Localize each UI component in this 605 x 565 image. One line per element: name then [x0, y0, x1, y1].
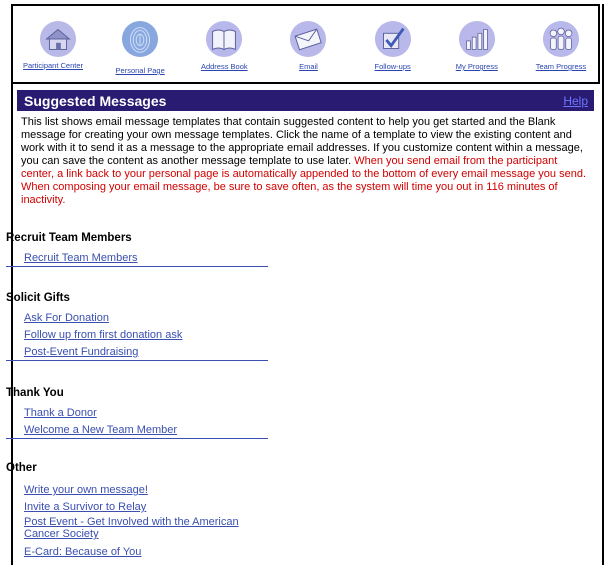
nav-team-progress[interactable]: Team Progress	[528, 6, 594, 82]
template-link[interactable]: Invite a Survivor to Relay	[24, 499, 270, 516]
envelope-icon	[290, 20, 327, 58]
nav-personal-page[interactable]: Personal Page	[107, 6, 173, 82]
nav-label: Follow-ups	[374, 62, 411, 71]
template-link[interactable]: Ask For Donation	[24, 310, 270, 327]
group-title: Solicit Gifts	[6, 292, 70, 304]
nav-label: My Progress	[455, 62, 498, 71]
fingerprint-icon	[122, 20, 159, 58]
template-link[interactable]: E-Card: Because of You	[24, 544, 270, 561]
page-title: Suggested Messages	[24, 92, 167, 109]
participant-toolbar: Participant Center Personal Page Address…	[11, 4, 600, 84]
bar-chart-icon	[458, 20, 495, 58]
checkmark-icon	[374, 20, 411, 58]
group-recruit-team-members: Recruit Team Members Recruit Team Member…	[0, 232, 270, 267]
template-link[interactable]: Post-Event Fundraising	[24, 344, 270, 361]
group-thank-you: Thank You Thank a Donor Welcome a New Te…	[0, 387, 270, 439]
template-link[interactable]: Post Event - Get Involved with the Ameri…	[24, 516, 264, 544]
nav-label: Team Progress	[535, 62, 587, 71]
house-icon	[39, 20, 77, 58]
nav-participant-center[interactable]: Participant Center	[23, 6, 89, 82]
main-content: Suggested Messages Help This list shows …	[17, 90, 594, 207]
nav-label: Email	[299, 62, 318, 71]
team-icon	[542, 20, 579, 58]
group-solicit-gifts: Solicit Gifts Ask For Donation Follow up…	[0, 292, 270, 361]
nav-address-book[interactable]: Address Book	[191, 6, 257, 82]
nav-label: Address Book	[200, 62, 248, 71]
group-title: Thank You	[6, 387, 64, 399]
help-link[interactable]: Help	[563, 94, 588, 108]
template-link[interactable]: Thank a Donor	[24, 405, 270, 422]
template-link[interactable]: Recruit Team Members	[24, 250, 270, 267]
nav-label: Personal Page	[115, 66, 165, 75]
group-divider	[6, 360, 268, 361]
group-title: Other	[6, 462, 37, 474]
intro-text: This list shows email message templates …	[21, 116, 586, 207]
template-link[interactable]: Welcome a New Team Member	[24, 422, 270, 439]
group-divider	[6, 266, 268, 267]
nav-label: Participant Center	[23, 61, 84, 70]
section-header: Suggested Messages Help	[17, 90, 594, 111]
nav-email[interactable]: Email	[275, 6, 341, 82]
nav-follow-ups[interactable]: Follow-ups	[360, 6, 426, 82]
template-link[interactable]: Write your own message!	[24, 482, 270, 499]
nav-my-progress[interactable]: My Progress	[444, 6, 510, 82]
group-other: Other Write your own message! Invite a S…	[0, 462, 270, 561]
group-divider	[6, 438, 268, 439]
open-book-icon	[206, 20, 243, 58]
template-link[interactable]: Follow up from first donation ask	[24, 327, 270, 344]
group-title: Recruit Team Members	[6, 232, 132, 244]
